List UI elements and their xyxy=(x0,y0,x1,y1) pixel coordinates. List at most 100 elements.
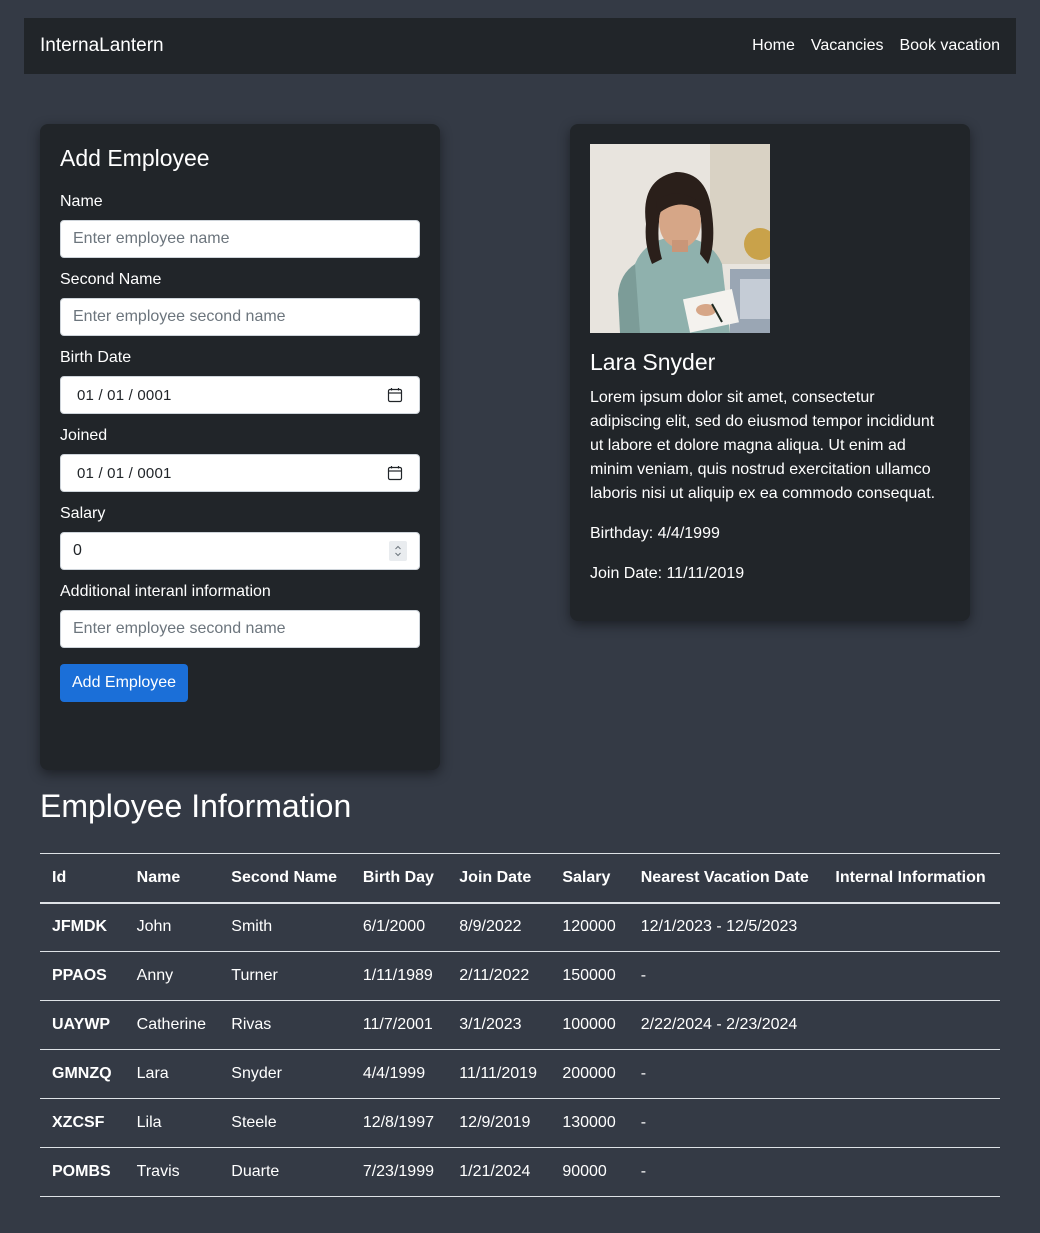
add-employee-card: Add Employee Name Enter employee name Se… xyxy=(40,124,440,770)
cell-vacation: - xyxy=(628,1098,824,1148)
table-row: POMBS Travis Duarte 7/23/1999 1/21/2024 … xyxy=(40,1147,1000,1197)
birth-date-value: 01 / 01 / 0001 xyxy=(77,386,172,404)
cell-birth-day: 11/7/2001 xyxy=(350,1000,448,1050)
birth-date-label: Birth Date xyxy=(60,349,132,366)
cell-id: PPAOS xyxy=(40,951,125,1001)
cell-name: John xyxy=(124,902,220,952)
cell-salary: 150000 xyxy=(550,951,629,1001)
nav-link-book-vacation[interactable]: Book vacation xyxy=(899,37,1000,55)
cell-salary: 90000 xyxy=(550,1147,629,1197)
column-header-nearest-vacation: Nearest Vacation Date xyxy=(640,868,809,886)
name-label: Name xyxy=(60,193,103,210)
cell-id: JFMDK xyxy=(40,902,125,952)
employee-photo xyxy=(590,144,770,333)
employee-info-title: Employee Information xyxy=(40,788,352,824)
birth-date-input[interactable]: 01 / 01 / 0001 xyxy=(60,376,420,414)
cell-id: UAYWP xyxy=(40,1000,125,1050)
cell-salary: 130000 xyxy=(550,1098,629,1148)
cell-vacation: - xyxy=(628,1049,824,1099)
add-employee-button[interactable]: Add Employee xyxy=(60,664,189,702)
cell-id: POMBS xyxy=(40,1147,125,1197)
cell-internal-info xyxy=(823,1147,1000,1197)
cell-id: GMNZQ xyxy=(40,1049,125,1099)
second-name-placeholder: Enter employee second name xyxy=(73,308,286,325)
table-row: UAYWP Catherine Rivas 11/7/2001 3/1/2023… xyxy=(40,1000,1000,1050)
column-header-join-date: Join Date xyxy=(459,868,532,886)
cell-second-name: Rivas xyxy=(219,1000,351,1050)
brand-logo[interactable]: InternaLantern xyxy=(40,35,164,57)
cell-birth-day: 12/8/1997 xyxy=(350,1098,448,1148)
table-row: PPAOS Anny Turner 1/11/1989 2/11/2022 15… xyxy=(40,951,1000,1001)
additional-info-placeholder: Enter employee second name xyxy=(73,620,286,637)
cell-join-date: 1/21/2024 xyxy=(447,1147,551,1197)
additional-info-input[interactable]: Enter employee second name xyxy=(60,610,420,648)
employee-join-date: Join Date: 11/11/2019 xyxy=(590,565,745,582)
column-header-internal-info: Internal Information xyxy=(835,868,986,886)
column-header-salary: Salary xyxy=(562,868,611,886)
form-title: Add Employee xyxy=(60,145,210,171)
column-header-second-name: Second Name xyxy=(231,868,338,886)
cell-name: Anny xyxy=(124,951,220,1001)
table-row: JFMDK John Smith 6/1/2000 8/9/2022 12000… xyxy=(40,902,1000,952)
cell-join-date: 11/11/2019 xyxy=(447,1049,551,1099)
cell-birth-day: 1/11/1989 xyxy=(350,951,448,1001)
cell-birth-day: 6/1/2000 xyxy=(350,902,448,952)
joined-date-input[interactable]: 01 / 01 / 0001 xyxy=(60,454,420,492)
cell-name: Lara xyxy=(124,1049,220,1099)
cell-vacation: - xyxy=(628,1147,824,1197)
cell-internal-info xyxy=(823,951,1000,1001)
additional-info-label: Additional interanl information xyxy=(60,583,271,600)
cell-join-date: 2/11/2022 xyxy=(447,951,551,1001)
name-input[interactable]: Enter employee name xyxy=(60,220,420,258)
joined-label: Joined xyxy=(60,427,108,444)
cell-birth-day: 7/23/1999 xyxy=(350,1147,448,1197)
calendar-icon[interactable] xyxy=(387,465,403,481)
employee-name: Lara Snyder xyxy=(590,349,716,375)
cell-salary: 120000 xyxy=(550,902,629,952)
joined-date-value: 01 / 01 / 0001 xyxy=(77,464,172,482)
employee-profile-card: Lara Snyder Lorem ipsum dolor sit amet, … xyxy=(570,124,970,621)
cell-vacation: 12/1/2023 - 12/5/2023 xyxy=(628,902,824,952)
employee-birthday: Birthday: 4/4/1999 xyxy=(590,525,720,542)
cell-vacation: 2/22/2024 - 2/23/2024 xyxy=(628,1000,824,1050)
cell-internal-info xyxy=(823,1049,1000,1099)
cell-second-name: Snyder xyxy=(219,1049,351,1099)
cell-vacation: - xyxy=(628,951,824,1001)
name-placeholder: Enter employee name xyxy=(73,230,230,247)
cell-internal-info xyxy=(823,1098,1000,1148)
cell-second-name: Turner xyxy=(219,951,351,1001)
nav-link-vacancies[interactable]: Vacancies xyxy=(811,37,884,55)
employee-table: Id Name Second Name Birth Day Join Date … xyxy=(40,853,1000,1197)
cell-id: XZCSF xyxy=(40,1098,125,1148)
cell-salary: 100000 xyxy=(550,1000,629,1050)
cell-birth-day: 4/4/1999 xyxy=(350,1049,448,1099)
cell-join-date: 8/9/2022 xyxy=(447,902,551,952)
salary-input[interactable]: 0 xyxy=(60,532,420,570)
column-header-id: Id xyxy=(52,868,67,886)
top-navbar: InternaLantern Home Vacancies Book vacat… xyxy=(24,18,1016,74)
cell-join-date: 12/9/2019 xyxy=(447,1098,551,1148)
spinner-icon[interactable] xyxy=(389,541,407,561)
nav-link-home[interactable]: Home xyxy=(752,37,795,55)
column-header-birth-day: Birth Day xyxy=(362,868,434,886)
cell-second-name: Smith xyxy=(219,902,351,952)
nav-links: Home Vacancies Book vacation xyxy=(752,37,1000,55)
employee-description: Lorem ipsum dolor sit amet, consectetur … xyxy=(590,389,936,502)
cell-join-date: 3/1/2023 xyxy=(447,1000,551,1050)
second-name-label: Second Name xyxy=(60,271,162,288)
calendar-icon[interactable] xyxy=(387,387,403,403)
cell-name: Catherine xyxy=(124,1000,220,1050)
cell-internal-info xyxy=(823,1000,1000,1050)
second-name-input[interactable]: Enter employee second name xyxy=(60,298,420,336)
salary-value: 0 xyxy=(73,542,82,559)
table-row: XZCSF Lila Steele 12/8/1997 12/9/2019 13… xyxy=(40,1098,1000,1148)
cell-name: Lila xyxy=(124,1098,220,1148)
column-header-name: Name xyxy=(136,868,181,886)
cell-salary: 200000 xyxy=(550,1049,629,1099)
table-row: GMNZQ Lara Snyder 4/4/1999 11/11/2019 20… xyxy=(40,1049,1000,1099)
cell-name: Travis xyxy=(124,1147,220,1197)
cell-second-name: Duarte xyxy=(219,1147,351,1197)
salary-label: Salary xyxy=(60,505,106,522)
cell-second-name: Steele xyxy=(219,1098,351,1148)
table-header-row: Id Name Second Name Birth Day Join Date … xyxy=(40,853,1000,903)
